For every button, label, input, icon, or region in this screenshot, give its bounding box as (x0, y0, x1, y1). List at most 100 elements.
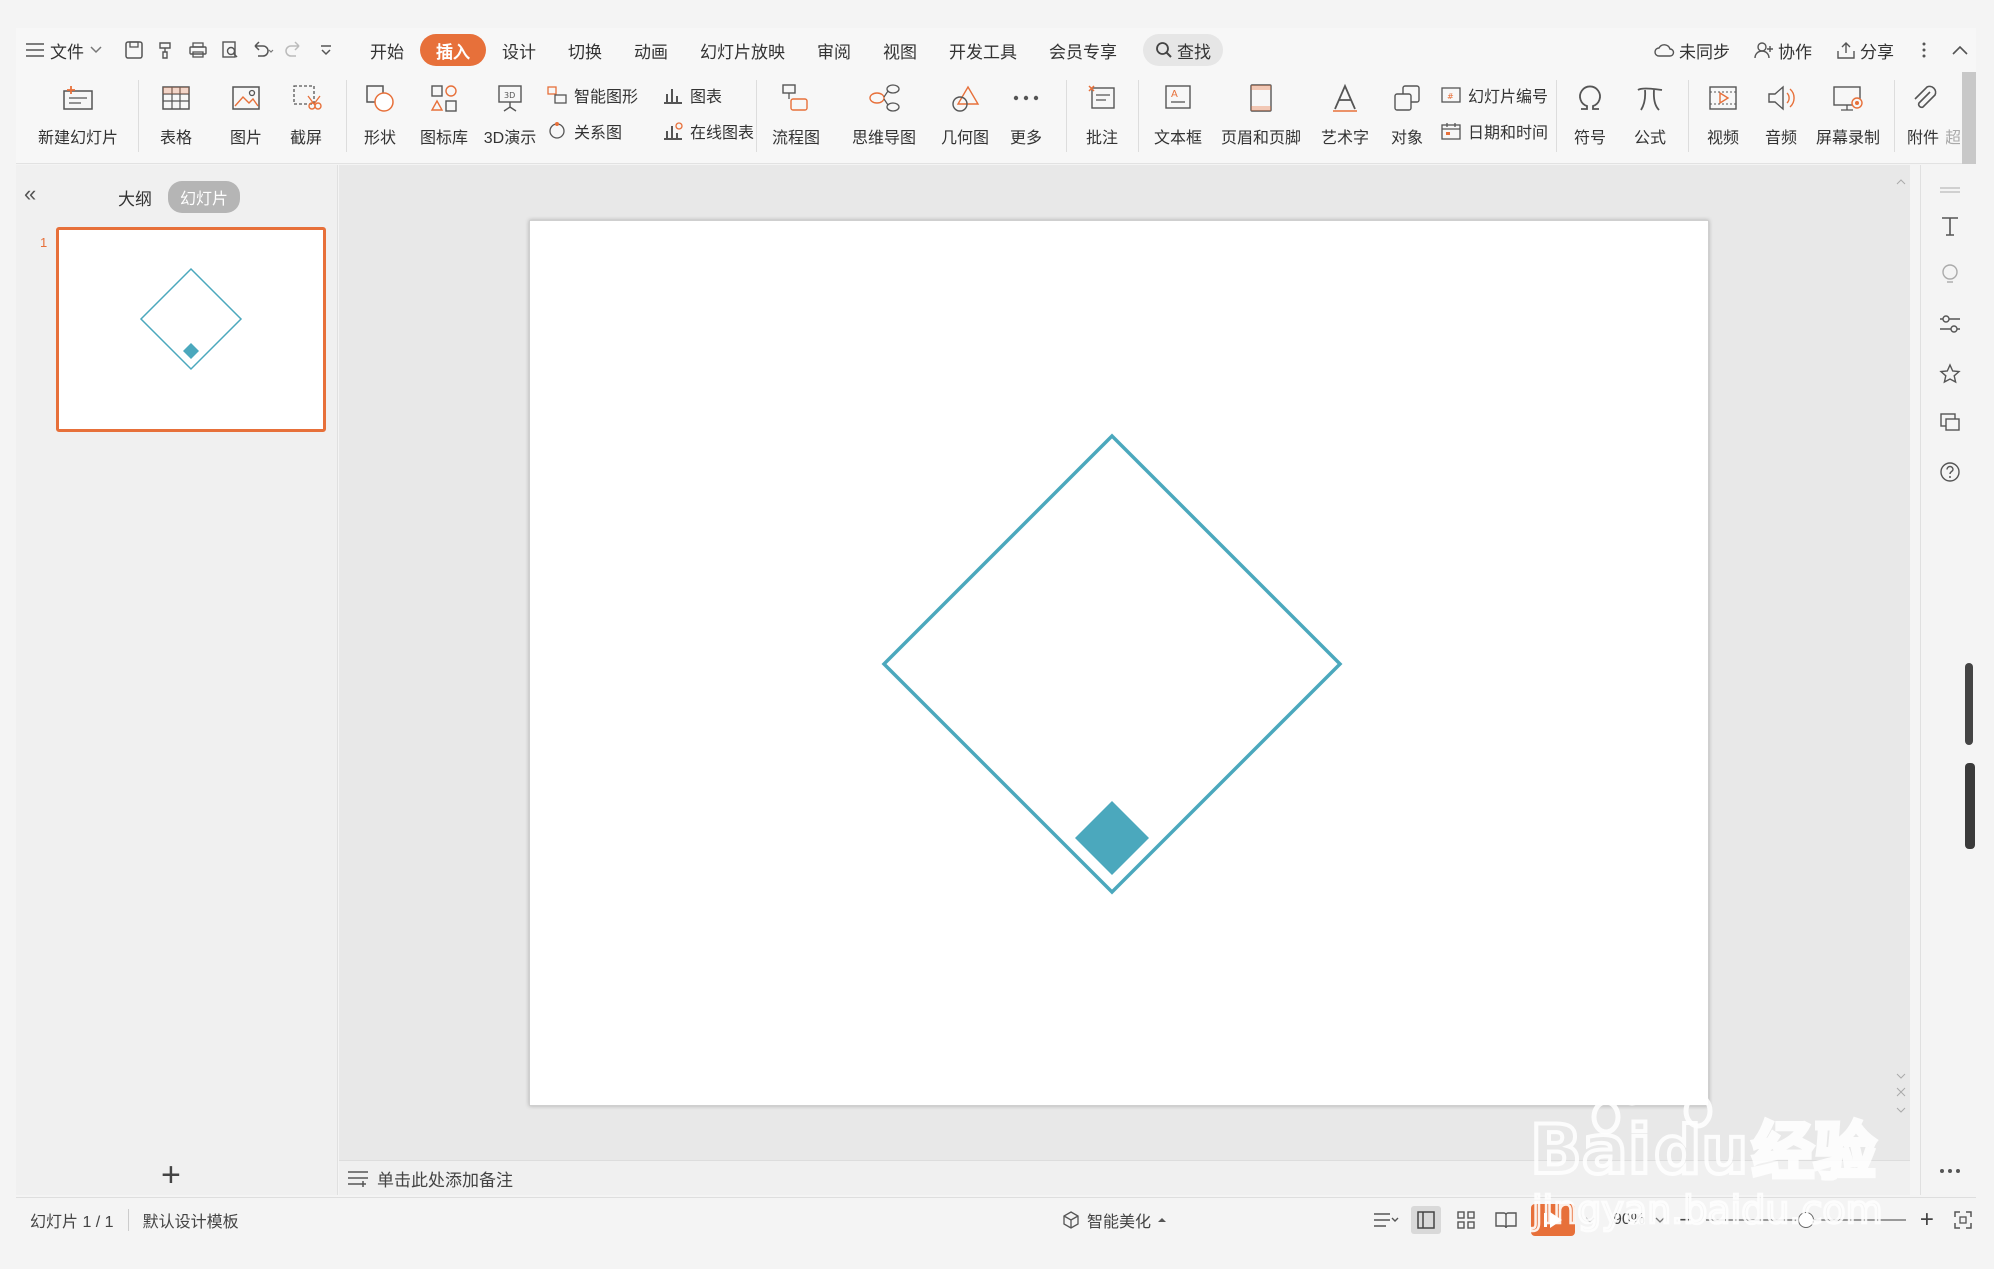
smart-beautify-button[interactable]: 智能美化 (1061, 1208, 1167, 1232)
normal-view-icon[interactable] (1411, 1205, 1441, 1234)
object-button[interactable]: 对象 (1382, 72, 1432, 164)
collapse-ribbon-icon[interactable] (1944, 34, 1976, 66)
screen-record-button[interactable]: 屏幕录制 (1812, 72, 1884, 164)
3d-demo-label: 3D演示 (483, 130, 537, 147)
chart-button[interactable]: 图表 (662, 80, 722, 110)
slide-thumbnail[interactable] (56, 227, 326, 432)
audio-button[interactable]: 音频 (1754, 72, 1808, 164)
notes-placeholder: 单击此处添加备注 (377, 1170, 513, 1190)
fit-window-icon[interactable] (1948, 1206, 1978, 1234)
more-button[interactable]: 更多 (998, 72, 1054, 164)
mindmap-button[interactable]: 思维导图 (842, 72, 926, 164)
side-panel-tab-1[interactable] (1965, 663, 1973, 745)
star-pin-icon[interactable] (1937, 361, 1963, 387)
reading-view-icon[interactable] (1491, 1206, 1521, 1234)
zoom-level[interactable]: 90% (1613, 1211, 1645, 1229)
table-button[interactable]: 表格 (148, 72, 204, 164)
tab-transition[interactable]: 切换 (552, 34, 618, 66)
geometry-button[interactable]: 几何图 (936, 72, 994, 164)
print-preview-icon[interactable] (214, 34, 246, 66)
chevron-down-icon[interactable] (1585, 1216, 1595, 1224)
formula-button[interactable]: 公式 (1622, 72, 1678, 164)
tab-outline[interactable]: 大纲 (118, 185, 152, 210)
sync-status-button[interactable]: 未同步 (1643, 34, 1740, 66)
help-icon[interactable] (1937, 459, 1963, 485)
symbol-button[interactable]: 符号 (1562, 72, 1618, 164)
ribbon-scroll-right[interactable] (1962, 72, 1976, 164)
zoom-out-button[interactable]: − (1675, 1207, 1696, 1233)
slide-switch-icon[interactable] (1937, 409, 1963, 435)
ribbon-separator (756, 80, 757, 152)
search-button[interactable]: 查找 (1143, 34, 1223, 66)
text-format-icon[interactable] (1937, 213, 1963, 239)
new-slide-button[interactable]: 新建幻灯片 (28, 72, 128, 164)
menu-bar: 文件 开始 插入 设计 切换 动画 幻灯片放映 审阅 视图 开发工具 会员专享 … (16, 28, 1976, 72)
3d-demo-button[interactable]: 3D 3D演示 (478, 72, 542, 164)
bar-chart-icon (664, 89, 682, 104)
lightbulb-icon[interactable] (1937, 261, 1963, 287)
video-button[interactable]: 视频 (1696, 72, 1750, 164)
user-plus-icon (1754, 42, 1773, 59)
tab-review[interactable]: 审阅 (801, 34, 867, 66)
attachment-button[interactable]: 附件 (1900, 72, 1946, 164)
header-footer-button[interactable]: 页眉和页脚 (1216, 72, 1306, 164)
side-panel-tab-2[interactable] (1965, 763, 1975, 849)
comment-button[interactable]: 批注 (1074, 72, 1130, 164)
settings-sliders-icon[interactable] (1937, 311, 1963, 337)
omega-icon (1579, 85, 1601, 110)
grid-view-icon[interactable] (1451, 1206, 1481, 1234)
ribbon-insert: 新建幻灯片 表格 图片 截屏 形状 图标库 3D 3D演示 智能图形 关系图 图… (16, 72, 1976, 164)
tab-design[interactable]: 设计 (486, 34, 552, 66)
zoom-slider[interactable] (1705, 1210, 1906, 1230)
chevron-down-icon[interactable] (1655, 1216, 1665, 1224)
tab-home[interactable]: 开始 (354, 34, 420, 66)
file-menu[interactable]: 文件 (16, 34, 112, 66)
wordart-button[interactable]: 艺术字 (1312, 72, 1378, 164)
collaborate-button[interactable]: 协作 (1744, 34, 1822, 66)
online-chart-button[interactable]: 在线图表 (662, 116, 754, 146)
tab-view[interactable]: 视图 (867, 34, 933, 66)
format-painter-icon[interactable] (150, 34, 182, 66)
slide-number-button[interactable]: # 幻灯片编号 (1440, 80, 1548, 110)
video-label: 视频 (1706, 130, 1739, 147)
zoom-in-button[interactable]: + (1916, 1206, 1938, 1234)
hyperlink-button[interactable]: 超 (1946, 72, 1960, 164)
smart-art-button[interactable]: 智能图形 (546, 80, 638, 110)
icon-library-button[interactable]: 图标库 (414, 72, 474, 164)
shape-button[interactable]: 形状 (352, 72, 408, 164)
vertical-scrollbar[interactable] (1895, 178, 1907, 1138)
add-slide-button[interactable]: + (161, 1158, 181, 1192)
tab-animation[interactable]: 动画 (618, 34, 684, 66)
tab-slides[interactable]: 幻灯片 (168, 181, 241, 213)
search-label: 查找 (1177, 42, 1211, 62)
attachment-label: 附件 (1906, 130, 1939, 147)
notes-area[interactable]: 单击此处添加备注 (339, 1160, 1910, 1195)
date-time-button[interactable]: 日期和时间 (1440, 116, 1548, 146)
undo-icon[interactable] (246, 34, 278, 66)
save-icon[interactable] (118, 34, 150, 66)
relation-chart-button[interactable]: 关系图 (546, 116, 622, 146)
tab-insert[interactable]: 插入 (420, 34, 486, 66)
tab-member[interactable]: 会员专享 (1033, 34, 1133, 66)
textbox-button[interactable]: A 文本框 (1144, 72, 1212, 164)
play-slideshow-button[interactable] (1531, 1203, 1575, 1236)
slide-canvas[interactable] (529, 220, 1709, 1106)
picture-button[interactable]: 图片 (218, 72, 274, 164)
zoom-slider-knob[interactable] (1797, 1211, 1814, 1228)
paperclip-icon (1914, 85, 1937, 109)
print-icon[interactable] (182, 34, 214, 66)
redo-icon[interactable] (278, 34, 310, 66)
slide-diamond-shape[interactable] (530, 221, 1708, 1105)
collapse-pane-icon[interactable]: « (24, 181, 36, 207)
mindmap-icon (869, 84, 900, 112)
template-status[interactable]: 默认设计模板 (129, 1208, 253, 1232)
more-vertical-icon[interactable] (1908, 34, 1940, 66)
share-button[interactable]: 分享 (1826, 34, 1904, 66)
notes-toggle-icon[interactable] (1371, 1206, 1401, 1234)
more-options-icon[interactable] (1937, 1158, 1963, 1184)
screenshot-button[interactable]: 截屏 (278, 72, 334, 164)
flowchart-button[interactable]: 流程图 (762, 72, 830, 164)
customize-toolbar-icon[interactable] (310, 34, 342, 66)
tab-slideshow[interactable]: 幻灯片放映 (684, 34, 801, 66)
tab-developer[interactable]: 开发工具 (933, 34, 1033, 66)
